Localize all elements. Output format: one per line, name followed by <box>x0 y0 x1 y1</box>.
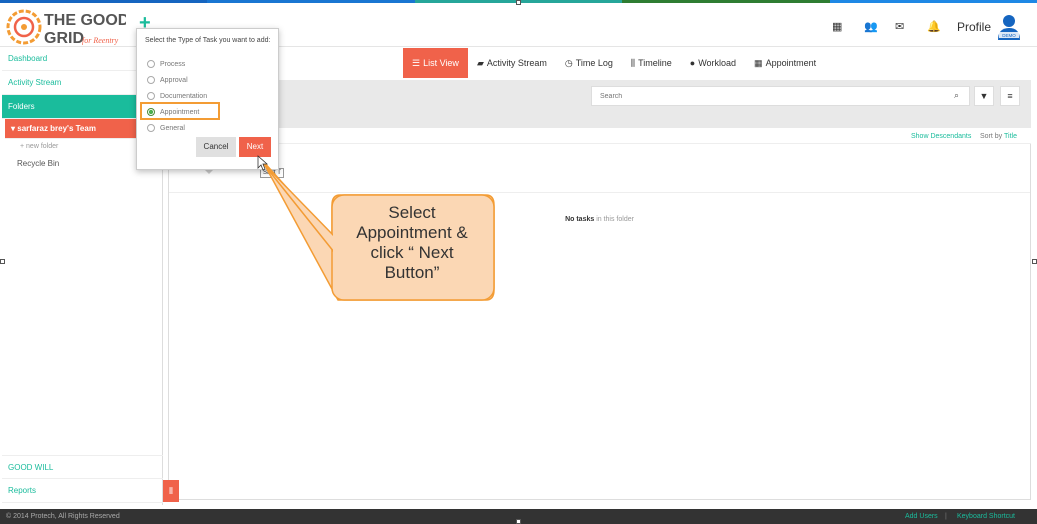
callout-line-3: click “ Next <box>370 243 454 262</box>
callout-bubble <box>257 155 495 301</box>
callout-line-2: Appointment & <box>356 223 468 242</box>
resize-handle <box>0 259 5 264</box>
footer-separator: | <box>945 513 947 520</box>
callout-line-1: Select <box>388 203 436 222</box>
resize-handle <box>516 0 521 5</box>
keyboard-shortcut-link[interactable]: Keyboard Shortcut <box>957 509 1015 524</box>
copyright: © 2014 Protech, All Rights Reserved <box>6 513 120 520</box>
callout-text: Select Appointment & click “ Next Button… <box>336 203 488 283</box>
resize-handle <box>1032 259 1037 264</box>
resize-handle <box>516 519 521 524</box>
add-users-link[interactable]: Add Users <box>905 509 938 524</box>
callout-line-4: Button” <box>384 263 440 282</box>
